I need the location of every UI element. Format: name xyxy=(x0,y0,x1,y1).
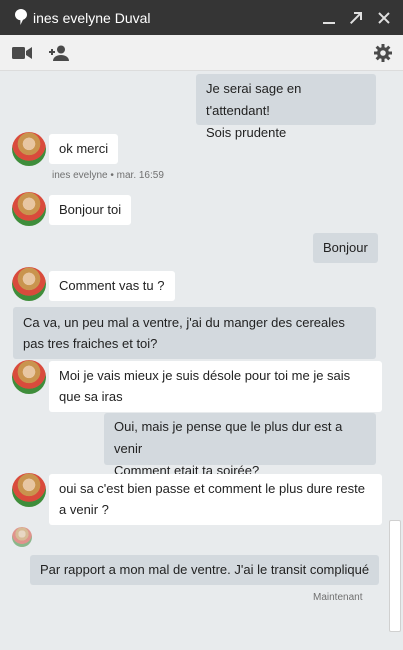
message-meta: ines evelyne • mar. 16:59 xyxy=(52,170,164,181)
message-text: Ca va, un peu mal a ventre, j'ai du mang… xyxy=(23,315,345,351)
message-text: Bonjour xyxy=(323,240,368,255)
message-list[interactable]: Je serai sage en t'attendant! Sois prude… xyxy=(0,71,388,650)
avatar xyxy=(12,132,46,166)
message-text: Sois prudente xyxy=(206,125,287,140)
message-text: Oui, mais je pense que le plus dur est a… xyxy=(114,419,343,456)
message-bubble-incoming: oui sa c'est bien passe et comment le pl… xyxy=(49,474,382,525)
message-text: Bonjour toi xyxy=(59,202,122,217)
message-bubble-outgoing: Par rapport a mon mal de ventre. J'ai le… xyxy=(30,555,380,585)
message-status: Maintenant xyxy=(313,592,363,603)
minimize-icon[interactable] xyxy=(319,8,339,28)
avatar xyxy=(12,527,32,547)
popout-icon[interactable] xyxy=(346,8,366,28)
message-text: oui sa c'est bien passe et comment le pl… xyxy=(59,481,365,517)
title-bar[interactable]: ines evelyne Duval xyxy=(0,0,403,35)
message-text: Par rapport a mon mal de ventre. J'ai le… xyxy=(40,562,370,577)
message-bubble-outgoing: Ca va, un peu mal a ventre, j'ai du mang… xyxy=(13,307,376,359)
message-bubble-incoming: Moi je vais mieux je suis désole pour to… xyxy=(49,361,382,412)
chat-bubble-icon xyxy=(15,9,27,30)
avatar xyxy=(12,473,46,507)
message-bubble-incoming: Bonjour toi xyxy=(49,195,132,225)
message-text: Moi je vais mieux je suis désole pour to… xyxy=(59,368,351,404)
chat-window: ines evelyne Duval Je serai sage en t'at… xyxy=(0,0,403,650)
video-camera-icon[interactable] xyxy=(11,43,33,63)
gear-icon[interactable] xyxy=(372,43,394,63)
close-icon[interactable] xyxy=(374,8,394,28)
message-text: Je serai sage en t'attendant! xyxy=(206,81,302,118)
scrollbar-thumb[interactable] xyxy=(389,520,401,632)
add-person-icon[interactable] xyxy=(49,43,71,63)
message-bubble-incoming: Comment vas tu ? xyxy=(49,271,175,301)
chat-toolbar xyxy=(0,35,403,71)
message-text: Comment vas tu ? xyxy=(59,278,165,293)
message-bubble-incoming: ok merci xyxy=(49,134,119,164)
avatar xyxy=(12,360,46,394)
avatar xyxy=(12,267,46,301)
message-bubble-outgoing: Oui, mais je pense que le plus dur est a… xyxy=(104,413,376,478)
message-bubble-outgoing: Je serai sage en t'attendant! Sois prude… xyxy=(196,74,376,140)
message-bubble-outgoing: Bonjour xyxy=(313,233,378,263)
avatar xyxy=(12,192,46,226)
message-text: ok merci xyxy=(59,141,109,156)
window-title: ines evelyne Duval xyxy=(33,10,151,26)
